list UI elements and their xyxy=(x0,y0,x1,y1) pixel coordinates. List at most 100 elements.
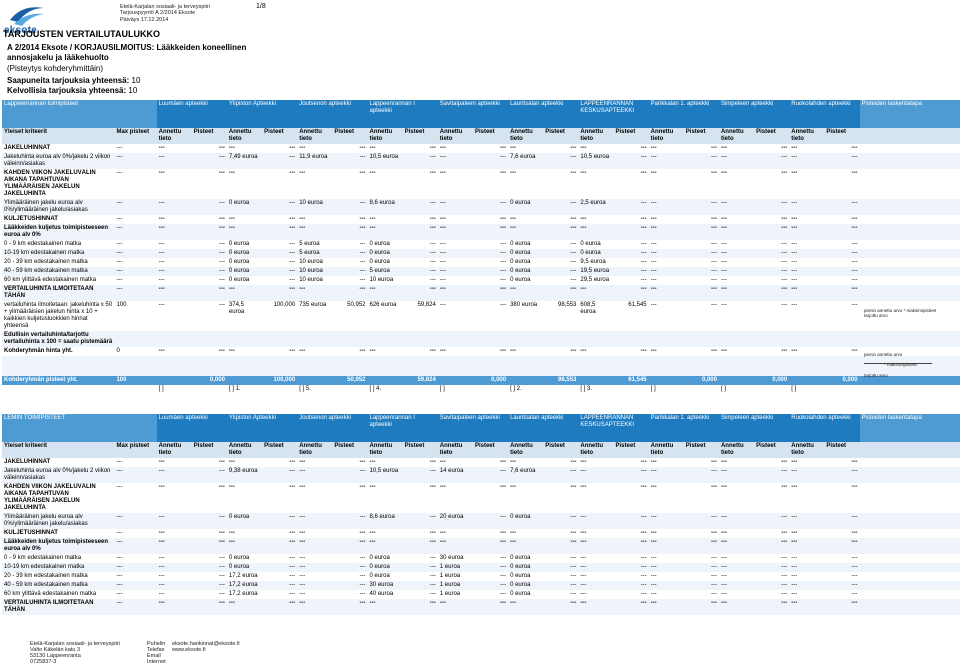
points-cell: --- xyxy=(332,467,368,483)
points-cell xyxy=(402,331,438,347)
given-value-cell: 10,5 euroa xyxy=(578,153,614,169)
total-points: 59,824 xyxy=(402,376,438,385)
points-cell: --- xyxy=(543,590,579,599)
points-cell: --- xyxy=(824,581,860,590)
given-value-cell: 5 euroa xyxy=(367,267,403,276)
given-value-cell: --- xyxy=(156,276,192,285)
points-cell: --- xyxy=(472,590,509,599)
points-cell: --- xyxy=(472,538,509,554)
points-cell: --- xyxy=(543,581,579,590)
max-points: --- xyxy=(114,276,157,285)
points-cell: --- xyxy=(332,169,368,199)
ranking-checkbox[interactable]: [ ] xyxy=(648,385,719,394)
total-points xyxy=(648,376,684,385)
given-value-header: Annettu tieto xyxy=(789,442,825,458)
given-value-cell: --- xyxy=(437,538,473,554)
points-cell: --- xyxy=(613,215,649,224)
points-cell: --- xyxy=(402,467,438,483)
given-value-cell: --- xyxy=(367,538,403,554)
footer-website[interactable]: www.eksote.fi xyxy=(172,647,240,653)
calc-cell xyxy=(859,599,960,615)
points-cell: --- xyxy=(754,599,790,615)
given-value-cell: --- xyxy=(437,458,473,467)
given-value-cell: --- xyxy=(718,529,755,538)
points-cell: --- xyxy=(543,513,579,529)
ranking-checkbox[interactable]: [ ] 4. xyxy=(367,385,438,394)
points-cell: --- xyxy=(543,276,579,285)
points-cell: --- xyxy=(613,258,649,267)
points-cell: --- xyxy=(824,347,860,356)
given-value-cell: --- xyxy=(789,285,825,301)
calc-cell xyxy=(859,563,960,572)
given-value-cell: 17,2 euroa xyxy=(226,572,263,581)
points-cell: --- xyxy=(824,169,860,199)
vendor-header: Lauritsalan apteekki xyxy=(508,414,579,442)
given-value-cell: 7,6 euroa xyxy=(508,153,544,169)
calc-cell xyxy=(859,169,960,199)
points-cell: --- xyxy=(613,224,649,240)
ranking-checkbox[interactable]: [ ] xyxy=(437,385,509,394)
max-points: --- xyxy=(114,529,157,538)
points-cell: --- xyxy=(754,572,790,581)
points-header: Pisteet xyxy=(472,128,509,144)
totals-max: 100 xyxy=(114,376,157,385)
points-cell: --- xyxy=(824,590,860,599)
criterion-label: 60 km ylittävä edestakainen matka xyxy=(2,276,115,285)
points-cell: --- xyxy=(191,483,227,513)
given-value-header: Annettu tieto xyxy=(437,442,473,458)
total-points: 0,000 xyxy=(472,376,509,385)
calc-cell xyxy=(859,529,960,538)
given-value-cell: --- xyxy=(226,169,263,199)
given-value-cell: --- xyxy=(156,301,192,331)
points-cell: --- xyxy=(472,513,509,529)
points-header: Pisteet xyxy=(754,128,790,144)
points-cell: --- xyxy=(262,599,298,615)
side-note-5: tarjottu arvo xyxy=(864,373,888,378)
criterion-label: Edullisin vertailuhinta/tarjottu vertail… xyxy=(2,331,115,347)
given-value-cell: --- xyxy=(789,563,825,572)
points-cell: --- xyxy=(402,599,438,615)
given-value-cell: --- xyxy=(578,538,614,554)
location-group: Lappeenrannan toimipisteet xyxy=(2,100,157,128)
points-cell: --- xyxy=(754,153,790,169)
points-cell: --- xyxy=(191,240,227,249)
given-value-cell: 1 euroa xyxy=(437,581,473,590)
calc-cell xyxy=(859,267,960,276)
ranking-checkbox[interactable]: [ ] 5. xyxy=(297,385,368,394)
given-value-cell: --- xyxy=(437,529,473,538)
points-cell: --- xyxy=(332,249,368,258)
points-cell: --- xyxy=(824,240,860,249)
points-header: Pisteet xyxy=(402,128,438,144)
criterion-label: Kohderyhmän hinta yht. xyxy=(2,347,115,356)
points-cell: --- xyxy=(332,572,368,581)
given-value-cell: --- xyxy=(578,599,614,615)
max-points: --- xyxy=(114,513,157,529)
given-value-cell: --- xyxy=(367,215,403,224)
ranking-checkbox[interactable]: [ ] 2. xyxy=(508,385,579,394)
given-value-cell: 0 euroa xyxy=(226,554,263,563)
max-points: --- xyxy=(114,554,157,563)
ranking-checkbox[interactable]: [ ] xyxy=(718,385,790,394)
points-cell: --- xyxy=(613,483,649,513)
points-cell: --- xyxy=(683,599,719,615)
points-header: Pisteet xyxy=(472,442,509,458)
given-value-cell: --- xyxy=(718,215,755,224)
given-value-cell: 0 euroa xyxy=(508,554,544,563)
points-cell: --- xyxy=(754,258,790,267)
given-value-cell: --- xyxy=(226,224,263,240)
points-cell: --- xyxy=(402,458,438,467)
calc-cell xyxy=(859,240,960,249)
given-value-cell: --- xyxy=(156,590,192,599)
ranking-checkbox[interactable]: [ ] 1. xyxy=(226,385,298,394)
given-value-cell: --- xyxy=(367,599,403,615)
ranking-checkbox[interactable]: [ ] 3. xyxy=(578,385,649,394)
ranking-checkbox[interactable]: [ ] xyxy=(156,385,227,394)
given-value-cell: --- xyxy=(437,169,473,199)
ranking-checkbox[interactable]: [ ] xyxy=(789,385,860,394)
calc-cell xyxy=(859,590,960,599)
given-value-cell: 0 euroa xyxy=(367,554,403,563)
calc-cell xyxy=(859,249,960,258)
points-cell: --- xyxy=(754,215,790,224)
criterion-label: KAHDEN VIIKON JAKELUVÄLIN AIKANA TAPAHTU… xyxy=(2,169,115,199)
vendor-header: Savitaipaleen apteekki xyxy=(437,414,509,442)
